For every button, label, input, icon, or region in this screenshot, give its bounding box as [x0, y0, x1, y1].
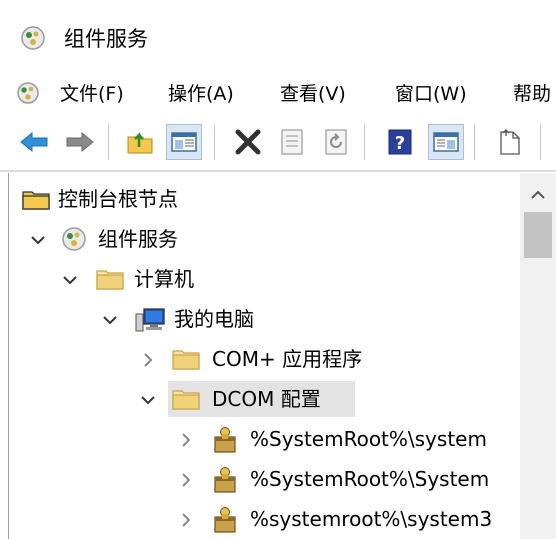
back-arrow-icon [20, 131, 48, 153]
show-hide-console-tree-button[interactable] [166, 124, 202, 160]
tree-item-dcom-entry[interactable]: %SystemRoot%\system [250, 423, 520, 455]
component-services-icon [62, 227, 86, 251]
dcom-package-icon [214, 507, 236, 533]
component-services-window: 组件服务 文件(F) 操作(A) 查看(V) 窗口(W) 帮助 ? 控制台根节点… [0, 0, 556, 539]
refresh-button[interactable] [318, 124, 354, 160]
folder-icon [96, 270, 124, 290]
menu-view[interactable]: 查看(V) [280, 80, 346, 108]
toolbar-separator [474, 124, 475, 160]
chevron-down-icon[interactable] [30, 232, 46, 248]
toolbar-separator [108, 124, 109, 160]
properties-button[interactable] [274, 124, 310, 160]
tree-item-computers[interactable]: 计算机 [134, 263, 194, 295]
refresh-icon [325, 129, 347, 155]
svg-text:?: ? [395, 133, 405, 154]
tree-item-console-root[interactable]: 控制台根节点 [58, 183, 178, 215]
chevron-right-icon[interactable] [178, 472, 194, 488]
tree-item-dcom-entry[interactable]: %systemroot%\system3 [250, 503, 520, 535]
delete-icon [235, 129, 261, 155]
back-button[interactable] [16, 124, 52, 160]
scroll-up-icon[interactable] [529, 188, 547, 202]
help-button[interactable]: ? [382, 124, 418, 160]
menu-action[interactable]: 操作(A) [168, 80, 234, 108]
toolbar-separator [214, 124, 215, 160]
delete-button[interactable] [230, 124, 266, 160]
dcom-package-icon [214, 467, 236, 493]
chevron-right-icon[interactable] [178, 432, 194, 448]
menu-file[interactable]: 文件(F) [60, 80, 124, 108]
up-one-level-button[interactable] [122, 124, 158, 160]
show-hide-console-tree-icon [171, 132, 197, 152]
dcom-package-icon [214, 427, 236, 453]
chevron-down-icon[interactable] [62, 272, 78, 288]
system-menu-icon[interactable] [15, 80, 41, 106]
chevron-down-icon[interactable] [102, 312, 118, 328]
tree-item-component-services[interactable]: 组件服务 [98, 223, 178, 255]
component-services-icon [21, 26, 45, 50]
export-list-icon [500, 129, 520, 155]
export-list-button[interactable] [492, 124, 528, 160]
tree-item-dcom-entry[interactable]: %SystemRoot%\System [250, 463, 520, 495]
tree-item-dcom-config[interactable]: DCOM 配置 [212, 383, 321, 415]
my-computer-icon [135, 308, 165, 332]
chevron-right-icon[interactable] [140, 352, 156, 368]
menu-help[interactable]: 帮助 [513, 80, 551, 108]
toolbar-separator [540, 124, 541, 160]
folder-icon [172, 350, 200, 370]
window-title: 组件服务 [64, 27, 148, 51]
tree-item-my-computer[interactable]: 我的电脑 [174, 303, 254, 335]
up-folder-icon [127, 131, 153, 154]
show-hide-action-pane-icon [433, 132, 459, 152]
forward-arrow-icon [66, 131, 94, 153]
scrollbar-thumb[interactable] [524, 212, 552, 258]
chevron-down-icon[interactable] [140, 392, 156, 408]
chevron-right-icon[interactable] [178, 512, 194, 528]
folder-icon [172, 390, 200, 410]
forward-button[interactable] [62, 124, 98, 160]
help-icon: ? [388, 129, 412, 155]
show-hide-action-pane-button[interactable] [428, 124, 464, 160]
tree-item-com-plus-applications[interactable]: COM+ 应用程序 [212, 343, 362, 375]
properties-icon [281, 129, 303, 155]
menu-window[interactable]: 窗口(W) [395, 80, 467, 108]
folder-icon [22, 191, 50, 210]
toolbar-separator [364, 124, 365, 160]
